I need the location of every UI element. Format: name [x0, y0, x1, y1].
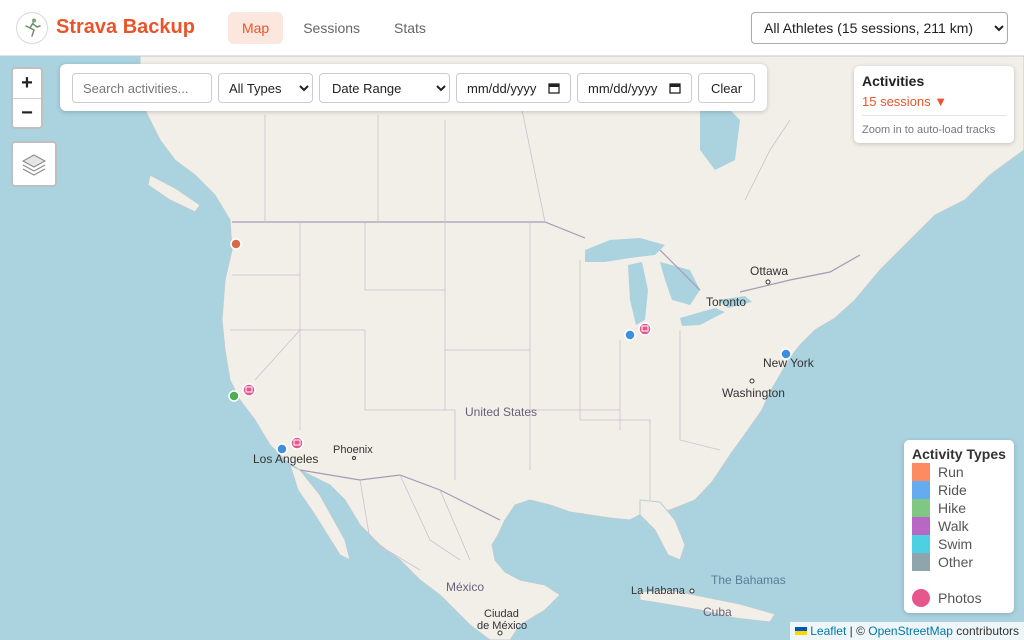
tab-stats[interactable]: Stats [380, 12, 440, 44]
legend-label: Swim [938, 536, 973, 552]
legend-swatch [912, 535, 930, 553]
filter-bar: All Types Date Range mm/dd/yyyy mm/dd/yy… [60, 64, 767, 111]
label-the-bahamas: The Bahamas [711, 573, 786, 587]
activities-panel: Activities 15 sessions ▼ Zoom in to auto… [854, 66, 1014, 143]
attribution-suffix: contributors [952, 624, 1019, 638]
legend-swatch [912, 553, 930, 571]
athlete-select[interactable]: All Athletes (15 sessions, 211 km) [751, 12, 1008, 44]
type-select[interactable]: All Types [218, 73, 313, 103]
photo-marker [242, 383, 256, 397]
calendar-icon[interactable] [669, 82, 681, 94]
label-los-angeles: Los Angeles [253, 452, 319, 466]
legend-swatch [912, 463, 930, 481]
zoom-out-button[interactable]: − [13, 98, 41, 127]
land-florida [639, 499, 686, 561]
label-new-york: New York [763, 356, 814, 370]
date-range-select[interactable]: Date Range [319, 73, 450, 103]
layers-button[interactable] [11, 141, 57, 187]
label-mexico: México [446, 580, 485, 594]
map-canvas[interactable]: Ottawa Toronto New York Washington Unite… [0, 56, 1024, 640]
label-cuba: Cuba [703, 605, 732, 619]
legend-title: Activity Types [912, 446, 1006, 462]
legend-label: Ride [938, 482, 967, 498]
osm-link[interactable]: OpenStreetMap [868, 624, 953, 638]
date-from-text: mm/dd/yyyy [467, 80, 537, 96]
map-attribution: Leaflet | © OpenStreetMap contributors [790, 622, 1024, 640]
activity-legend: Activity Types Run Ride Hike Walk Swim O… [904, 440, 1014, 613]
hike-marker [228, 390, 240, 402]
calendar-icon[interactable] [548, 82, 560, 94]
label-de-mexico: de México [477, 620, 528, 632]
top-navbar: Strava Backup Map Sessions Stats All Ath… [0, 0, 1024, 56]
photo-marker [290, 436, 304, 450]
app-logo[interactable] [16, 11, 48, 44]
zoom-control: + − [11, 67, 43, 129]
legend-item-swim: Swim [912, 535, 1006, 553]
label-united-states: United States [465, 405, 538, 419]
tab-map[interactable]: Map [227, 11, 284, 44]
legend-label: Photos [938, 590, 982, 606]
run-marker [230, 238, 242, 250]
app-title[interactable]: Strava Backup [56, 16, 195, 39]
zoom-in-button[interactable]: + [13, 69, 41, 98]
date-to-text: mm/dd/yyyy [588, 80, 658, 96]
date-from-input[interactable]: mm/dd/yyyy [456, 73, 571, 103]
ukraine-flag-icon [795, 627, 808, 635]
auto-load-hint: Zoom in to auto-load tracks [862, 124, 996, 136]
land-island [147, 174, 201, 213]
legend-item-walk: Walk [912, 517, 1006, 535]
legend-swatch [912, 517, 930, 535]
clear-button[interactable]: Clear [698, 73, 755, 103]
label-la-habana: La Habana [631, 585, 685, 597]
legend-label: Walk [938, 518, 969, 534]
label-washington: Washington [722, 386, 785, 400]
activities-title: Activities [862, 73, 925, 89]
label-toronto: Toronto [706, 295, 747, 309]
tab-sessions[interactable]: Sessions [289, 12, 374, 44]
legend-item-run: Run [912, 463, 1006, 481]
legend-label: Hike [938, 500, 967, 516]
date-to-input[interactable]: mm/dd/yyyy [577, 73, 692, 103]
sessions-count-toggle[interactable]: 15 sessions ▼ [862, 94, 1006, 109]
photo-dot-icon [912, 589, 930, 607]
legend-item-hike: Hike [912, 499, 1006, 517]
legend-item-ride: Ride [912, 481, 1006, 499]
legend-swatch [912, 481, 930, 499]
leaflet-link[interactable]: Leaflet [810, 624, 846, 638]
runner-icon [25, 18, 41, 37]
base-map [139, 56, 1024, 640]
legend-item-photos: Photos [912, 589, 1006, 607]
legend-label: Run [938, 464, 964, 480]
main-nav: Map Sessions Stats [227, 11, 446, 44]
divider [862, 115, 1006, 116]
layers-icon [21, 154, 47, 176]
attribution-separator: | © [846, 624, 869, 638]
legend-swatch [912, 499, 930, 517]
label-ottawa: Ottawa [750, 264, 789, 278]
label-ciudad: Ciudad [484, 608, 519, 620]
land-north-america [139, 56, 1024, 640]
photo-marker [638, 322, 652, 336]
search-input[interactable] [72, 73, 212, 103]
label-phoenix: Phoenix [333, 444, 373, 456]
legend-item-other: Other [912, 553, 1006, 571]
legend-label: Other [938, 554, 974, 570]
ride-marker [624, 329, 636, 341]
